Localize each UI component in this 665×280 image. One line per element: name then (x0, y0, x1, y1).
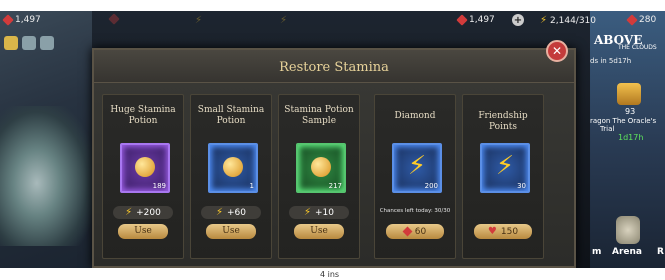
badge-icon[interactable] (4, 36, 18, 50)
bolt-icon: ⚡ (540, 15, 548, 26)
dialog-title: Restore Stamina (279, 60, 389, 75)
close-button[interactable]: ✕ (546, 40, 568, 62)
gem-count: 1,497 (469, 15, 495, 25)
item-frame: ⚡ 30 (480, 143, 530, 193)
oracle-event-label-2: Trial (600, 125, 615, 133)
item-quantity: 200 (424, 182, 438, 190)
item-frame: ⚡ 200 (392, 143, 442, 193)
item-frame: 217 (296, 143, 346, 193)
gem-counter: 1,497 (456, 14, 495, 26)
use-button[interactable]: Use (206, 224, 256, 239)
potion-icon (135, 157, 155, 177)
friendship-points-card: Friendship Points ⚡ 30 ♥ 150 (462, 94, 544, 259)
bolt-icon: ⚡ (195, 15, 203, 26)
dialog-title-bar: Restore Stamina (94, 50, 574, 83)
use-button[interactable]: Use (118, 224, 168, 239)
mail-icon[interactable] (22, 36, 36, 50)
diamond-card: Diamond ⚡ 200 Chances left today: 30/30 … (374, 94, 456, 259)
item-frame: 189 (120, 143, 170, 193)
event-subtitle: THE CLOUDS (618, 44, 657, 51)
trophy-icon[interactable] (617, 83, 641, 105)
oracle-event-timer: 1d17h (618, 133, 644, 142)
gem-icon (2, 14, 14, 26)
oracle-event-label[interactable]: ragon The Oracle's (590, 117, 656, 125)
price-value: 150 (500, 226, 519, 237)
card-name: Friendship Points (478, 111, 528, 132)
bottom-caption: 4 ins (320, 270, 340, 279)
use-button[interactable]: Use (294, 224, 344, 239)
nav-label-r[interactable]: R (657, 247, 664, 257)
bolt-icon: ⚡ (495, 151, 515, 181)
bg-resource-1 (108, 13, 120, 25)
close-icon[interactable]: ✕ (552, 44, 562, 58)
game-background: 1,497 ⚡ ⚡ 1,497 + ⚡ 2,144/310 280 ABOVE … (0, 11, 665, 268)
bolt-icon: ⚡ (303, 207, 312, 218)
add-gems-button[interactable]: + (512, 14, 524, 26)
chat-icon[interactable] (40, 36, 54, 50)
item-frame: 1 (208, 143, 258, 193)
bolt-icon: ⚡ (215, 207, 224, 218)
card-name: Stamina Potion Sample (284, 105, 354, 126)
gain-value: +200 (136, 207, 161, 218)
trophy-count: 93 (625, 107, 636, 116)
hero-art (0, 106, 92, 246)
gain-value: +60 (227, 207, 247, 218)
bolt-icon: ⚡ (125, 207, 133, 218)
price-value: 60 (414, 226, 427, 237)
chances-left: Chances left today: 30/30 (379, 208, 451, 214)
bg-resource-3: ⚡ (280, 15, 287, 26)
gem-icon (108, 13, 120, 25)
event-timer: ds in 5d17h (590, 57, 632, 65)
restore-stamina-dialog: Restore Stamina ✕ Huge Stamina Potion 18… (92, 40, 576, 268)
heart-icon: ♥ (487, 226, 497, 237)
gem-counter-left: 1,497 (2, 14, 41, 26)
arena-label[interactable]: Arena (612, 247, 642, 257)
potion-icon (311, 157, 331, 177)
gain-value: +10 (315, 207, 335, 218)
bolt-icon: ⚡ (280, 15, 288, 26)
small-stamina-potion-card: Small Stamina Potion 1 ⚡ +60 Use (190, 94, 272, 259)
bg-resource-2: ⚡ (195, 15, 202, 26)
stamina-gain: ⚡ +200 (113, 206, 173, 219)
card-name: Huge Stamina Potion (110, 105, 176, 126)
left-quick-icons (4, 36, 54, 50)
potion-icon (223, 157, 243, 177)
item-quantity: 1 (249, 182, 254, 190)
gem-count-left: 1,497 (15, 15, 41, 25)
item-quantity: 189 (152, 182, 166, 190)
stamina-counter: ⚡ 2,144/310 (540, 15, 596, 26)
item-quantity: 30 (517, 182, 526, 190)
plus-icon[interactable]: + (512, 14, 524, 26)
item-quantity: 217 (328, 182, 342, 190)
buy-with-diamonds-button[interactable]: 60 (386, 224, 444, 239)
stamina-gain: ⚡ +60 (201, 206, 261, 219)
card-name: Small Stamina Potion (197, 105, 265, 126)
huge-stamina-potion-card: Huge Stamina Potion 189 ⚡ +200 Use (102, 94, 184, 259)
top-strip (0, 0, 665, 11)
nav-label-m[interactable]: m (592, 247, 601, 257)
gem-icon (626, 14, 638, 26)
bolt-icon: ⚡ (407, 151, 427, 181)
gem-icon (402, 226, 413, 237)
diamond-counter-right: 280 (626, 14, 657, 26)
stamina-count: 2,144/310 (550, 15, 597, 26)
arena-icon[interactable] (616, 216, 640, 244)
stamina-potion-sample-card: Stamina Potion Sample 217 ⚡ +10 Use (278, 94, 360, 259)
stamina-gain: ⚡ +10 (289, 206, 349, 219)
gem-icon (456, 14, 468, 26)
diamond-count-right: 280 (639, 15, 657, 25)
buy-with-friendship-button[interactable]: ♥ 150 (474, 224, 532, 239)
card-name: Diamond (394, 111, 436, 121)
